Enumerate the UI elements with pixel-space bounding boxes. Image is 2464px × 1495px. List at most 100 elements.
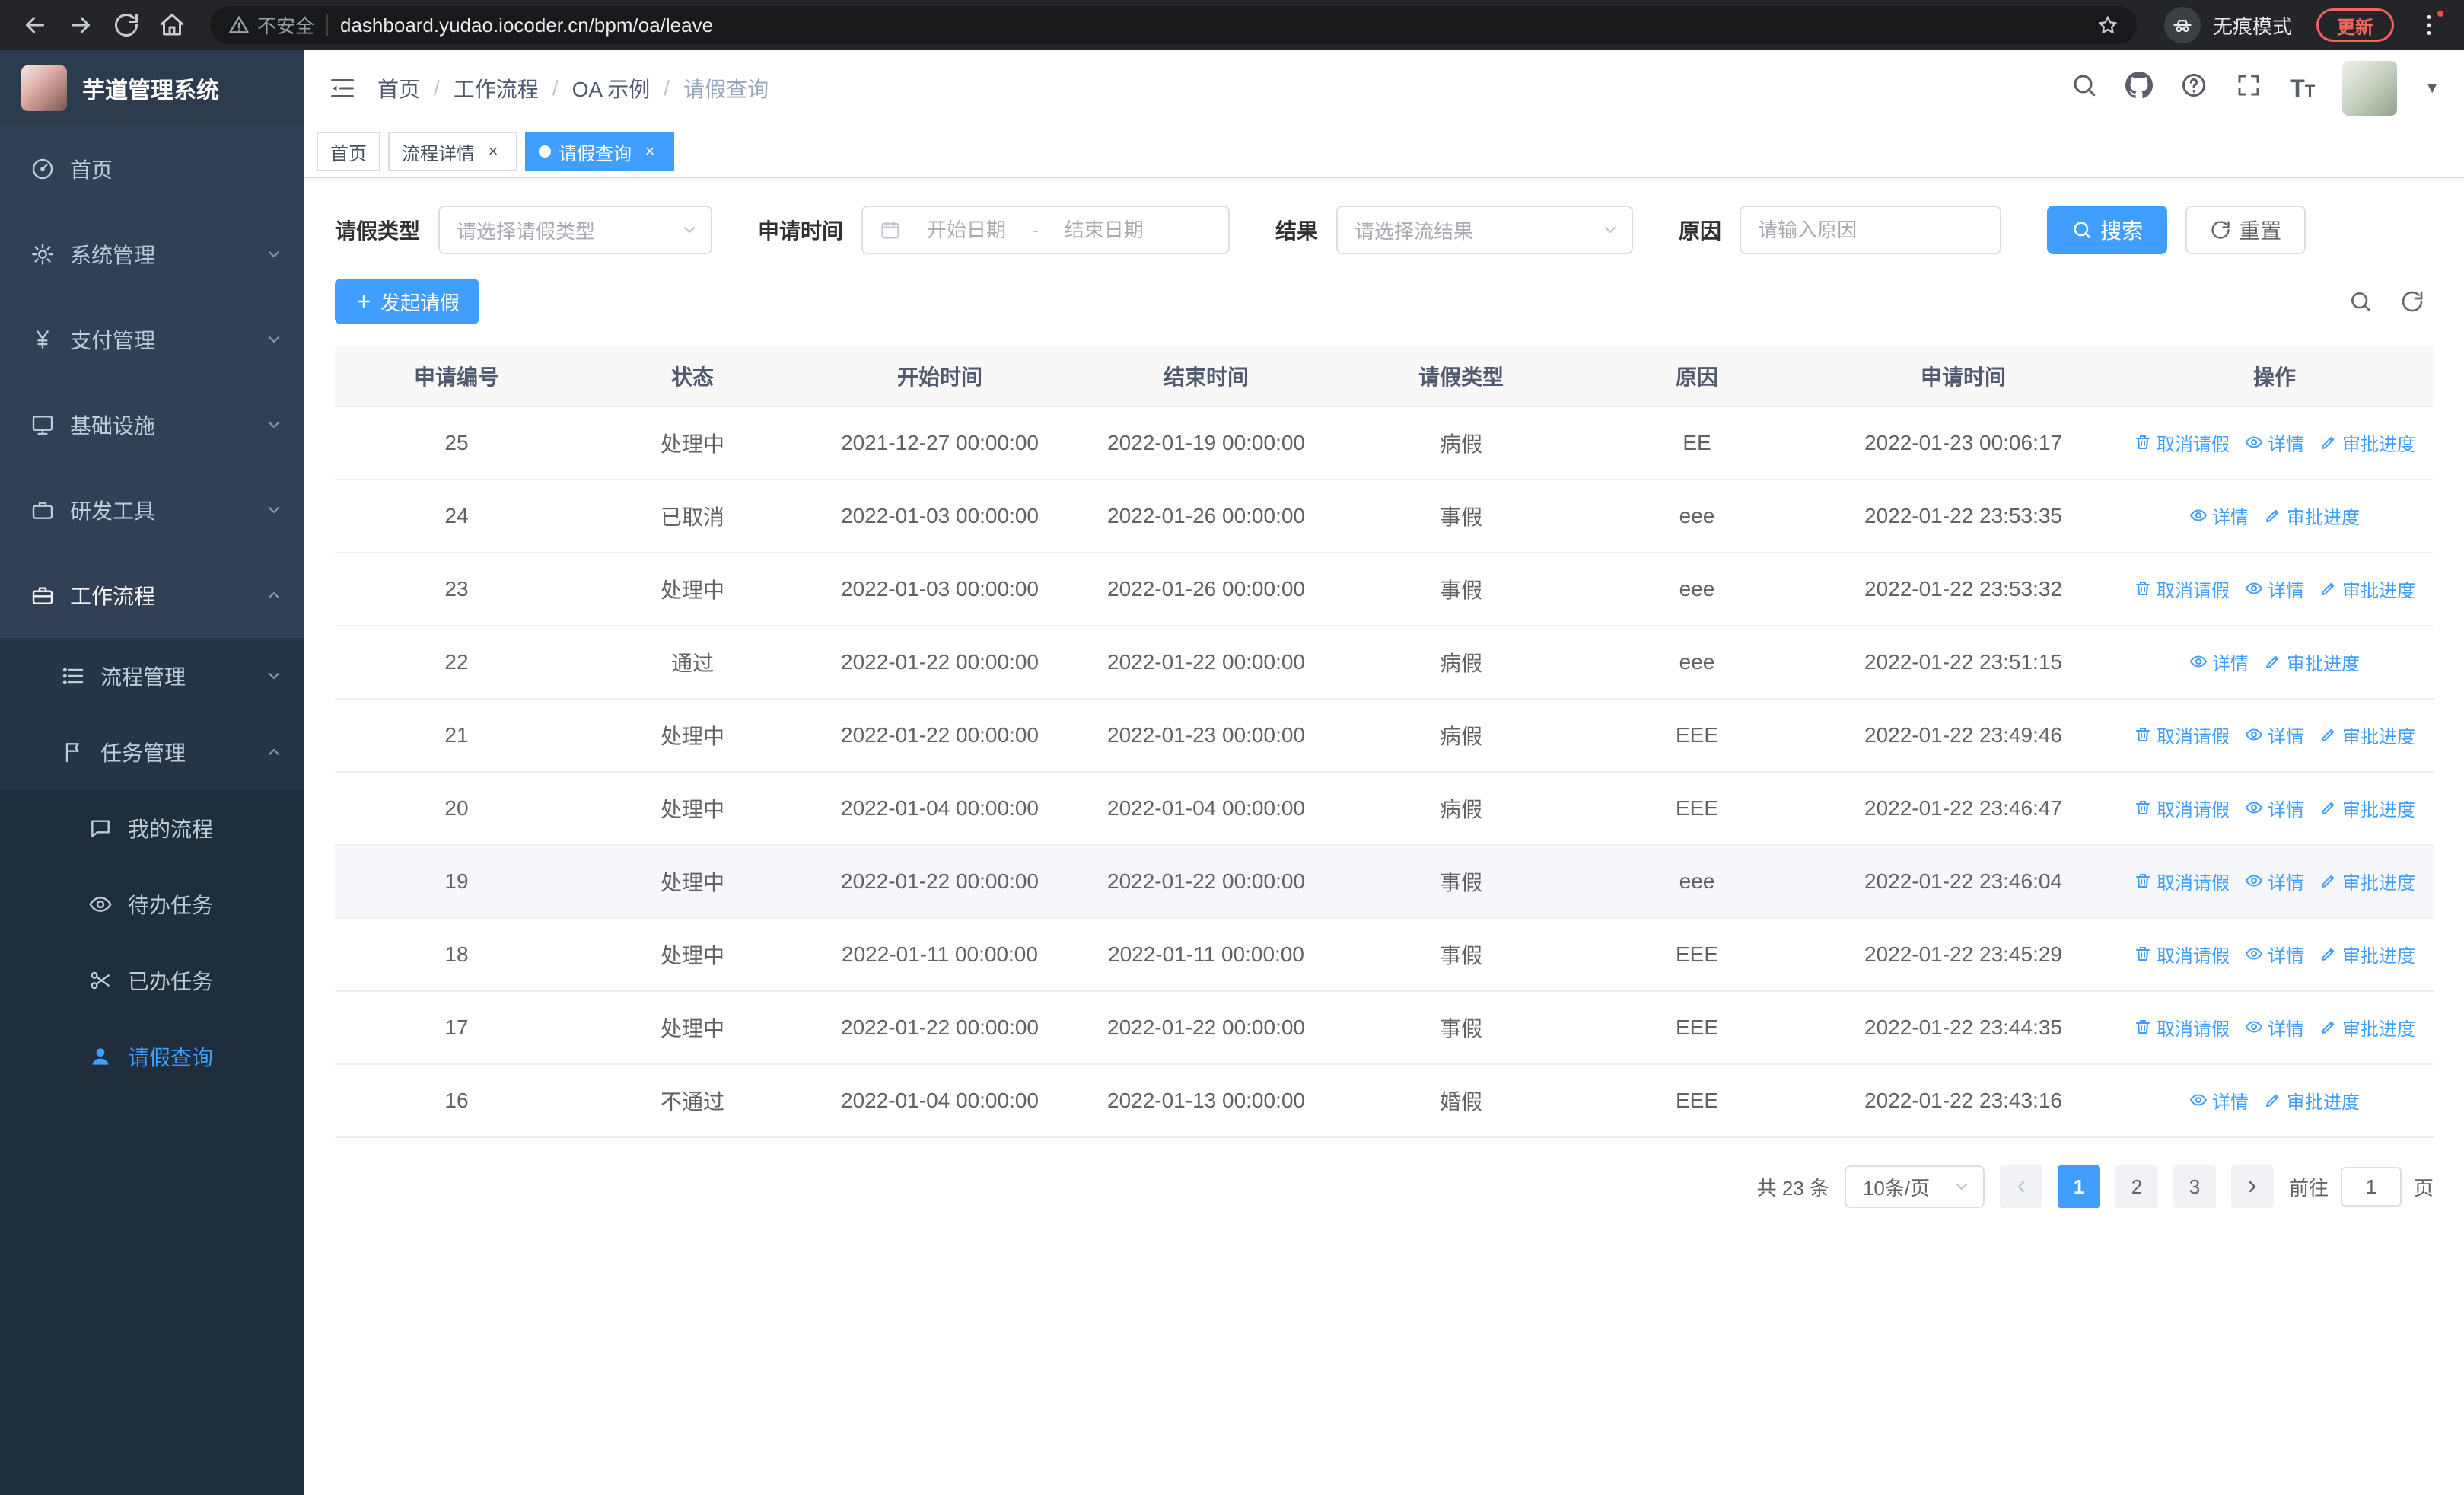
- sidebar-item-task-management[interactable]: 任务管理: [0, 714, 304, 790]
- detail-link[interactable]: 详情: [2245, 722, 2304, 748]
- sidebar-item-done-tasks[interactable]: 已办任务: [0, 942, 304, 1018]
- cell-id: 21: [335, 699, 578, 773]
- font-size-button[interactable]: TT: [2290, 76, 2315, 100]
- cancel-leave-link[interactable]: 取消请假: [2134, 722, 2230, 748]
- cancel-leave-link[interactable]: 取消请假: [2134, 941, 2230, 967]
- back-icon: [26, 17, 44, 33]
- progress-link[interactable]: 审批进度: [2319, 795, 2415, 821]
- create-leave-button[interactable]: 发起请假: [335, 279, 480, 324]
- security-label: 不安全: [257, 16, 315, 37]
- page-size-select[interactable]: 10条/页: [1844, 1165, 1985, 1208]
- cancel-leave-link[interactable]: 取消请假: [2134, 575, 2230, 602]
- cancel-leave-link[interactable]: 取消请假: [2134, 1014, 2230, 1041]
- sidebar-item-devtools[interactable]: 研发工具: [0, 467, 304, 553]
- search-icon: [2074, 222, 2091, 239]
- detail-link[interactable]: 详情: [2245, 795, 2304, 821]
- close-icon[interactable]: ×: [482, 141, 504, 162]
- progress-link[interactable]: 审批进度: [2264, 502, 2360, 529]
- cell-end: 2022-01-22 00:00:00: [1073, 991, 1339, 1065]
- eye-icon: [2246, 1021, 2262, 1033]
- sidebar-item-home[interactable]: 首页: [0, 126, 304, 212]
- close-icon[interactable]: ×: [639, 141, 661, 162]
- browser-home-button[interactable]: [152, 5, 192, 45]
- cell-reason: eee: [1583, 480, 1811, 553]
- detail-link[interactable]: 详情: [2245, 868, 2304, 894]
- avatar[interactable]: [2342, 61, 2398, 116]
- app-logo[interactable]: 芋道管理系统: [0, 50, 304, 126]
- detail-link[interactable]: 详情: [2245, 575, 2304, 602]
- sidebar-item-process-management[interactable]: 流程管理: [0, 638, 304, 714]
- trash-icon: [2136, 435, 2150, 450]
- sidebar-item-system[interactable]: 系统管理: [0, 212, 304, 297]
- cancel-leave-link[interactable]: 取消请假: [2134, 868, 2230, 894]
- tab-home[interactable]: 首页: [317, 132, 380, 171]
- address-bar[interactable]: 不安全 dashboard.yudao.iocoder.cn/bpm/oa/le…: [210, 6, 2137, 44]
- detail-link[interactable]: 详情: [2245, 941, 2304, 967]
- reason-input[interactable]: [1758, 218, 1988, 242]
- detail-link[interactable]: 详情: [2245, 1014, 2304, 1041]
- sidebar-item-my-processes[interactable]: 我的流程: [0, 790, 304, 866]
- tab-leave-query[interactable]: 请假查询 ×: [525, 132, 674, 171]
- progress-link[interactable]: 审批进度: [2319, 941, 2415, 967]
- sidebar-item-workflow[interactable]: 工作流程: [0, 553, 304, 638]
- cell-actions: 取消请假 详情 审批进度: [2115, 772, 2434, 846]
- forward-button[interactable]: [61, 5, 100, 45]
- progress-link[interactable]: 审批进度: [2264, 1087, 2360, 1114]
- progress-link[interactable]: 审批进度: [2319, 429, 2415, 456]
- github-button[interactable]: [2125, 72, 2154, 105]
- tab-process-detail[interactable]: 流程详情 ×: [388, 132, 517, 171]
- search-button[interactable]: 搜索: [2047, 206, 2168, 254]
- browser-menu-button[interactable]: [2409, 5, 2449, 45]
- reset-button[interactable]: 重置: [2185, 206, 2306, 254]
- help-button[interactable]: [2180, 72, 2208, 105]
- cell-end: 2022-01-19 00:00:00: [1073, 406, 1339, 480]
- detail-link[interactable]: 详情: [2189, 649, 2249, 675]
- refresh-table-button[interactable]: [2400, 289, 2424, 314]
- end-date-input[interactable]: [1047, 218, 1160, 242]
- back-button[interactable]: [15, 5, 55, 45]
- progress-link[interactable]: 审批进度: [2319, 722, 2415, 748]
- sidebar-item-infrastructure[interactable]: 基础设施: [0, 382, 304, 467]
- sidebar-item-leave-query[interactable]: 请假查询: [0, 1018, 304, 1095]
- collapse-sidebar-button[interactable]: [329, 75, 356, 102]
- leave-type-select[interactable]: 请选择请假类型: [438, 206, 713, 254]
- page-button-3[interactable]: 3: [2173, 1165, 2216, 1208]
- site-security-chip[interactable]: 不安全: [228, 11, 314, 39]
- sidebar-item-todo-tasks[interactable]: 待办任务: [0, 866, 304, 942]
- update-button[interactable]: 更新: [2316, 8, 2394, 42]
- detail-link[interactable]: 详情: [2189, 502, 2249, 529]
- sidebar-item-payment[interactable]: 支付管理: [0, 297, 304, 382]
- breadcrumb-oa-example[interactable]: OA 示例: [572, 73, 651, 104]
- progress-link[interactable]: 审批进度: [2319, 575, 2415, 602]
- cell-id: 25: [335, 406, 578, 480]
- progress-link-label: 审批进度: [2342, 434, 2415, 455]
- result-select[interactable]: 请选择流结果: [1336, 206, 1634, 254]
- done-tasks-icon: [91, 971, 110, 990]
- breadcrumb-workflow[interactable]: 工作流程: [454, 73, 539, 104]
- toggle-search-button[interactable]: [2348, 289, 2373, 314]
- start-date-input[interactable]: [910, 218, 1023, 242]
- page-button-2[interactable]: 2: [2115, 1165, 2158, 1208]
- apply-time-range-picker[interactable]: -: [861, 206, 1230, 254]
- next-page-button[interactable]: [2230, 1165, 2274, 1208]
- progress-link[interactable]: 审批进度: [2319, 1014, 2415, 1041]
- filter-leave-type: 请假类型 请选择请假类型: [335, 206, 713, 254]
- header-search-button[interactable]: [2071, 72, 2098, 105]
- page-button-1[interactable]: 1: [2057, 1165, 2100, 1208]
- breadcrumb-home[interactable]: 首页: [377, 73, 420, 104]
- avatar-caret-icon[interactable]: ▼: [2424, 80, 2440, 97]
- url-text[interactable]: dashboard.yudao.iocoder.cn/bpm/oa/leave: [340, 14, 2085, 37]
- bookmark-button[interactable]: [2097, 14, 2119, 36]
- cancel-leave-link[interactable]: 取消请假: [2134, 429, 2230, 456]
- detail-link[interactable]: 详情: [2245, 429, 2304, 456]
- reload-button[interactable]: [107, 5, 146, 45]
- progress-link[interactable]: 审批进度: [2319, 868, 2415, 894]
- fullscreen-button[interactable]: [2235, 72, 2262, 105]
- trash-icon: [2136, 947, 2150, 961]
- cancel-leave-link[interactable]: 取消请假: [2134, 795, 2230, 821]
- progress-link[interactable]: 审批进度: [2264, 649, 2360, 675]
- goto-page: 前往 页: [2289, 1167, 2434, 1207]
- prev-page-button[interactable]: [1999, 1165, 2042, 1208]
- goto-page-input[interactable]: [2340, 1167, 2402, 1207]
- detail-link[interactable]: 详情: [2189, 1087, 2249, 1114]
